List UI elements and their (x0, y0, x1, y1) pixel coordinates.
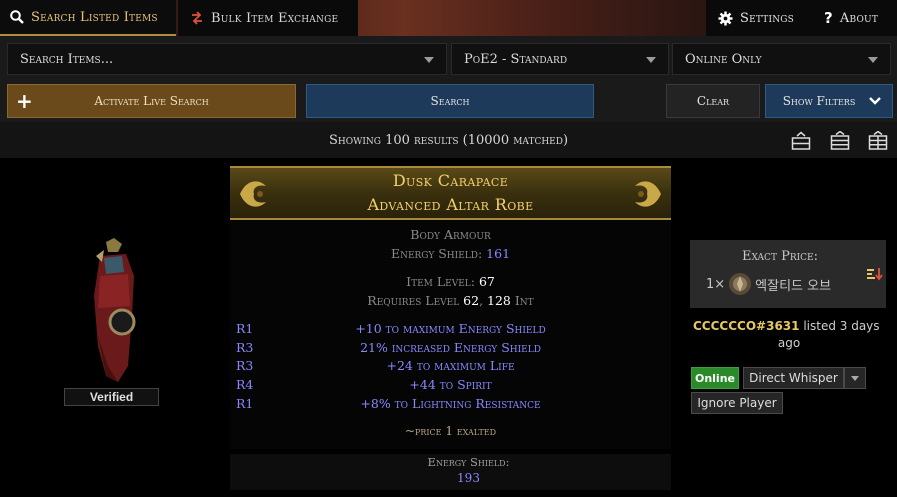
league-value: PoE2 - Standard (464, 51, 568, 67)
chevron-down-icon (868, 95, 882, 110)
gear-icon (718, 10, 733, 26)
activate-live-search-button[interactable]: + Activate Live Search (7, 84, 296, 118)
tab-search-listed-items[interactable]: Search Listed Items (0, 0, 176, 36)
mod-row[interactable]: R1 +8% to Lightning Resistance (230, 396, 671, 414)
pseudo-energy-shield-label: Energy Shield: (427, 455, 510, 469)
exalted-orb-icon (729, 273, 752, 295)
settings-button[interactable]: Settings (706, 0, 810, 36)
about-button[interactable]: ? About (810, 0, 897, 36)
item-level-stat: Item Level: 67 (230, 274, 671, 289)
mod-text: +8% to Lightning Resistance (360, 396, 541, 411)
requires-label: Requires Level (367, 293, 464, 308)
detail-layout-icon[interactable] (868, 130, 888, 151)
energy-shield-label: Energy Shield: (390, 246, 487, 261)
mod-row[interactable]: R3 21% increased Energy Shield (230, 340, 671, 358)
requires-int-value: 128 (487, 293, 511, 308)
price-amount: 1× (706, 276, 726, 292)
listed-time-suffix: ago (777, 336, 801, 350)
requires-level-value: 62 (463, 293, 480, 308)
status-value: Online Only (685, 51, 762, 67)
mod-row[interactable]: R4 +44 to Spirit (230, 377, 671, 395)
mod-text: +10 to maximum Energy Shield (355, 321, 546, 336)
league-select[interactable]: PoE2 - Standard (451, 43, 669, 75)
energy-shield-value: 161 (486, 246, 511, 261)
settings-label: Settings (740, 10, 795, 26)
verified-label: Verified (89, 390, 134, 404)
direct-whisper-button[interactable]: Direct Whisper (743, 367, 844, 389)
show-filters-button[interactable]: Show Filters (765, 84, 893, 118)
mod-text: +44 to Spirit (409, 377, 492, 392)
search-button[interactable]: Search (306, 84, 594, 118)
about-label: About (839, 10, 879, 26)
search-label: Search (430, 94, 470, 108)
robe-icon (94, 238, 136, 382)
whisper-options-dropdown[interactable] (844, 367, 866, 389)
search-icon (10, 10, 24, 24)
live-search-label: Activate Live Search (94, 94, 209, 108)
question-icon: ? (824, 9, 833, 27)
requirements-stat: Requires Level 62, 128 Int (230, 293, 671, 308)
mod-row[interactable]: R1 +10 to maximum Energy Shield (230, 321, 671, 339)
pseudo-energy-shield-value: 193 (457, 471, 480, 485)
plus-icon: + (16, 89, 33, 113)
whisper-label: Direct Whisper (749, 371, 838, 385)
tab-label: Bulk Item Exchange (211, 10, 339, 26)
ignore-player-button[interactable]: Ignore Player (691, 392, 783, 414)
chevron-down-icon (868, 57, 878, 63)
exchange-icon (190, 11, 204, 25)
price-currency: 엑잘티드 오브 (755, 278, 832, 294)
item-name: Dusk Carapace (392, 171, 509, 190)
results-summary-bar: Showing 100 results (10000 matched) (0, 122, 897, 158)
tab-bulk-item-exchange[interactable]: Bulk Item Exchange (178, 0, 358, 36)
price-note: ~price 1 exalted (404, 424, 497, 438)
search-items-placeholder: Search Items... (20, 51, 114, 67)
mod-text: +24 to maximum Life (386, 358, 515, 373)
price-value: 1× 엑잘티드 오브 (706, 271, 831, 297)
online-status-badge: Online (691, 367, 739, 389)
item-level-label: Item Level: (406, 274, 479, 289)
item-base-type: Advanced Altar Robe (367, 195, 534, 214)
sort-icon[interactable] (866, 266, 884, 286)
chevron-down-icon (424, 57, 434, 63)
filters-label: Show Filters (782, 94, 856, 108)
tab-label: Search Listed Items (31, 9, 158, 25)
grid-layout-icon[interactable] (830, 130, 850, 151)
online-label: Online (694, 371, 735, 385)
list-layout-icon[interactable] (791, 131, 811, 151)
requires-int-label: Int (510, 293, 534, 308)
price-label: Exact Price: (741, 249, 818, 264)
energy-shield-stat: Energy Shield: 161 (230, 246, 671, 261)
clear-label: Clear (696, 94, 730, 108)
mod-text: 21% increased Energy Shield (360, 340, 541, 355)
item-image[interactable] (68, 236, 158, 396)
requires-separator: , (479, 293, 488, 308)
clear-button[interactable]: Clear (666, 84, 760, 118)
chevron-down-icon (646, 57, 656, 63)
results-summary: Showing 100 results (10000 matched) (328, 132, 569, 148)
listed-time: listed 3 days (799, 319, 880, 333)
status-select[interactable]: Online Only (672, 43, 891, 75)
item-level-value: 67 (478, 274, 495, 289)
item-category: Body Armour (410, 227, 491, 242)
seller-account[interactable]: CCCCCCO#3631 (693, 319, 800, 333)
ignore-label: Ignore Player (697, 396, 777, 410)
chevron-down-icon (851, 375, 859, 381)
verified-badge: Verified (64, 388, 159, 406)
search-items-input[interactable]: Search Items... (7, 43, 447, 75)
mod-row[interactable]: R3 +24 to maximum Life (230, 358, 671, 376)
seller-info: CCCCCCO#3631 listed 3 days ago (693, 318, 893, 352)
